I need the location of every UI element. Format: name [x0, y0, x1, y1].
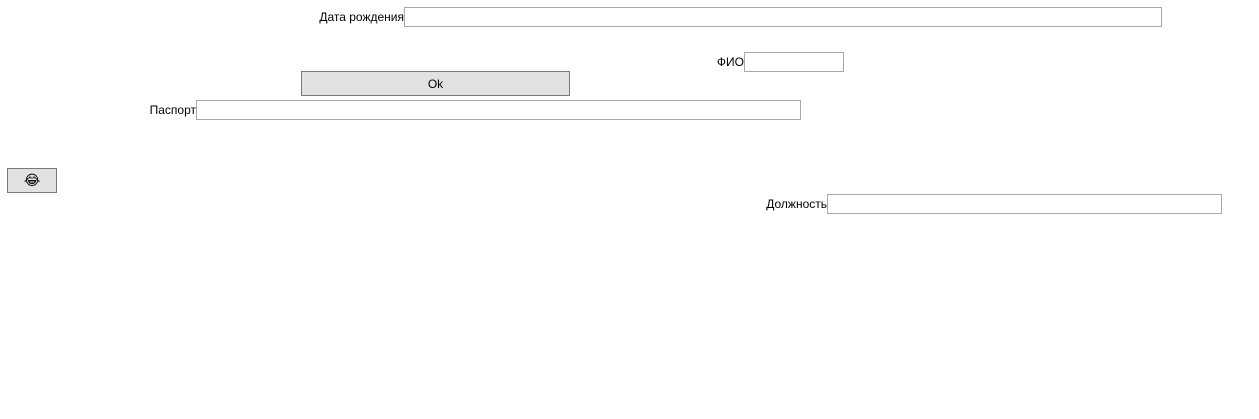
emoji-button[interactable]: 😂: [7, 168, 57, 193]
ok-button[interactable]: Ok: [301, 71, 570, 96]
full-name-label: ФИО: [716, 55, 744, 69]
position-input[interactable]: [827, 194, 1222, 214]
passport-label: Паспорт: [149, 103, 196, 117]
laughing-face-icon: 😂: [23, 172, 41, 189]
birth-date-input[interactable]: [404, 7, 1162, 27]
birth-date-label: Дата рождения: [319, 10, 404, 24]
position-label: Должность: [766, 197, 827, 211]
full-name-input[interactable]: [744, 52, 844, 72]
passport-input[interactable]: [196, 100, 801, 120]
